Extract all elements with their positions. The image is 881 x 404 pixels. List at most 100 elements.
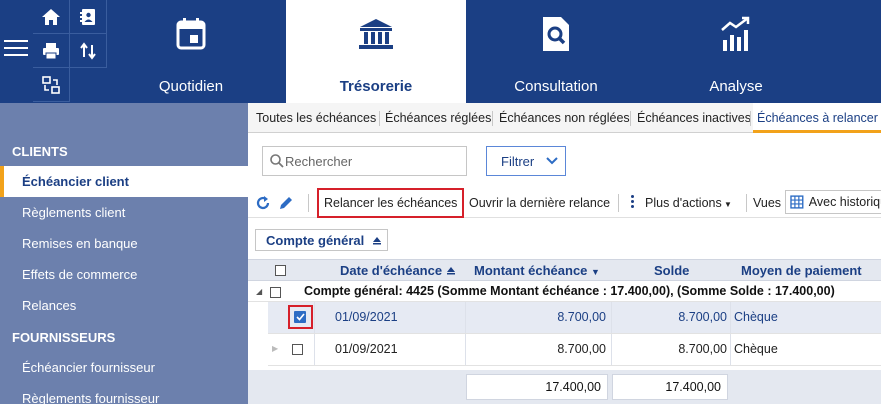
- sidebar-section-clients: CLIENTS: [12, 144, 68, 159]
- totals-row: 17.400,00 17.400,00: [248, 370, 881, 404]
- main-content: Toutes les échéances Échéances réglées É…: [248, 103, 881, 404]
- quick-actions: [33, 0, 107, 103]
- group-label: Compte général: 4425 (Somme Montant éché…: [304, 284, 835, 298]
- module-label: Trésorerie: [339, 78, 413, 95]
- tab-divider: [379, 111, 380, 126]
- transfer-icon[interactable]: [33, 68, 70, 102]
- sort-down-icon: ▼: [591, 267, 600, 277]
- column-label: Montant échéance: [474, 263, 588, 278]
- group-by-label: Compte général: [266, 232, 365, 248]
- cell-montant: 8.700,00: [557, 310, 606, 324]
- toolbar-divider: [746, 194, 747, 212]
- total-solde: 17.400,00: [612, 374, 728, 400]
- bank-icon: [356, 14, 396, 54]
- sidebar-item-relances[interactable]: Relances: [0, 290, 248, 321]
- filter-dropdown[interactable]: Filtrer: [486, 146, 566, 176]
- sort-up-icon: [446, 267, 455, 275]
- tab-echeances-reglees[interactable]: Échéances réglées: [385, 103, 491, 133]
- sort-up-icon: [373, 236, 382, 244]
- caret-down-icon: ▼: [721, 200, 732, 209]
- column-header-date[interactable]: Date d'échéance: [340, 260, 456, 282]
- tab-echeances-non-reglees[interactable]: Échéances non réglées: [499, 103, 630, 133]
- app-window: Quotidien Trésorerie Consultation Analys…: [0, 0, 881, 404]
- plus-actions-label: Plus d'actions: [645, 196, 722, 210]
- row-checkbox-checked[interactable]: [294, 311, 306, 323]
- module-analyse[interactable]: Analyse: [690, 0, 782, 103]
- tab-toutes-les-echeances[interactable]: Toutes les échéances: [256, 103, 376, 133]
- group-by-chip[interactable]: Compte général: [255, 229, 388, 251]
- calendar-icon: [171, 14, 211, 54]
- cell-moyen: Chèque: [734, 310, 778, 324]
- group-checkbox[interactable]: [270, 287, 281, 298]
- more-vertical-icon: [631, 195, 635, 211]
- sidebar: CLIENTS Échéancier client Règlements cli…: [0, 103, 248, 404]
- home-icon[interactable]: [33, 0, 70, 34]
- tab-echeances-a-relancer[interactable]: Échéances à relancer: [753, 103, 881, 133]
- cell-moyen: Chèque: [734, 342, 778, 356]
- column-divider: [314, 334, 315, 365]
- sidebar-item-reglements-client[interactable]: Règlements client: [0, 197, 248, 228]
- tab-divider: [492, 111, 493, 126]
- module-label: Quotidien: [158, 78, 224, 95]
- tab-bar: Toutes les échéances Échéances réglées É…: [248, 103, 881, 133]
- sidebar-item-echeancier-fournisseur[interactable]: Échéancier fournisseur: [0, 352, 248, 383]
- bar-chart-icon: [716, 14, 756, 54]
- table-row[interactable]: ▶ 01/09/2021 8.700,00 8.700,00 Chèque: [268, 334, 881, 366]
- checkmark-icon: [295, 313, 305, 321]
- chevron-down-icon: [546, 157, 558, 165]
- edit-pencil-icon[interactable]: [277, 194, 295, 212]
- module-consultation[interactable]: Consultation: [500, 0, 612, 103]
- sidebar-item-echeancier-client[interactable]: Échéancier client: [0, 166, 248, 197]
- sidebar-item-reglements-fournisseur[interactable]: Règlements fournisseur: [0, 383, 248, 404]
- grid-view-icon: [790, 195, 804, 209]
- cell-date: 01/09/2021: [335, 342, 398, 356]
- sort-arrows-icon[interactable]: [70, 34, 107, 68]
- relancer-echeances-button[interactable]: Relancer les échéances: [317, 188, 465, 218]
- module-label: Analyse: [709, 78, 763, 95]
- cell-date: 01/09/2021: [335, 310, 398, 324]
- cell-solde: 8.700,00: [678, 310, 727, 324]
- vues-label: Vues: [753, 196, 782, 210]
- tab-divider: [750, 111, 751, 126]
- print-icon[interactable]: [33, 34, 70, 68]
- ouvrir-derniere-relance-button[interactable]: Ouvrir la dernière relance: [469, 188, 610, 218]
- sidebar-item-remises-en-banque[interactable]: Remises en banque: [0, 228, 248, 259]
- tab-echeances-inactives[interactable]: Échéances inactives: [637, 103, 751, 133]
- tab-divider: [630, 111, 631, 126]
- row-checkbox[interactable]: [292, 344, 303, 355]
- plus-actions-dropdown[interactable]: Plus d'actions ▼: [645, 188, 732, 218]
- cell-montant: 8.700,00: [557, 342, 606, 356]
- group-row: ◢ Compte général: 4425 (Somme Montant éc…: [248, 281, 881, 302]
- total-montant: 17.400,00: [466, 374, 608, 400]
- contacts-icon[interactable]: [70, 0, 107, 34]
- top-navigation-bar: Quotidien Trésorerie Consultation Analys…: [0, 0, 881, 103]
- refresh-icon[interactable]: [254, 194, 272, 212]
- grid-header: Date d'échéance Montant échéance ▼ Solde…: [248, 259, 881, 281]
- data-grid: Date d'échéance Montant échéance ▼ Solde…: [248, 259, 881, 404]
- search-input[interactable]: [285, 153, 460, 169]
- module-tresorerie[interactable]: Trésorerie: [286, 0, 466, 103]
- column-header-solde[interactable]: Solde: [654, 260, 689, 282]
- toolbar-divider: [308, 194, 309, 212]
- vues-select[interactable]: Avec historique: [785, 190, 881, 214]
- menu-icon[interactable]: [4, 40, 28, 60]
- sidebar-section-fournisseurs: FOURNISSEURS: [12, 330, 116, 345]
- search-icon: [270, 154, 284, 168]
- select-all-checkbox[interactable]: [275, 265, 286, 276]
- row-expand-arrow-icon[interactable]: ▶: [272, 344, 278, 353]
- action-toolbar: Relancer les échéances Ouvrir la dernièr…: [248, 186, 881, 218]
- column-header-moyen[interactable]: Moyen de paiement: [741, 260, 862, 282]
- column-divider: [730, 302, 731, 333]
- search-box: [262, 146, 467, 176]
- cell-solde: 8.700,00: [678, 342, 727, 356]
- column-label: Date d'échéance: [340, 263, 443, 278]
- sidebar-item-effets-de-commerce[interactable]: Effets de commerce: [0, 259, 248, 290]
- column-header-montant[interactable]: Montant échéance ▼: [474, 260, 600, 282]
- toolbar-divider: [618, 194, 619, 212]
- vues-value: Avec historique: [808, 195, 881, 209]
- module-label: Consultation: [514, 78, 598, 95]
- filter-label: Filtrer: [501, 153, 535, 169]
- table-row[interactable]: 01/09/2021 8.700,00 8.700,00 Chèque: [268, 302, 881, 334]
- column-divider: [314, 302, 315, 333]
- module-quotidien[interactable]: Quotidien: [143, 0, 239, 103]
